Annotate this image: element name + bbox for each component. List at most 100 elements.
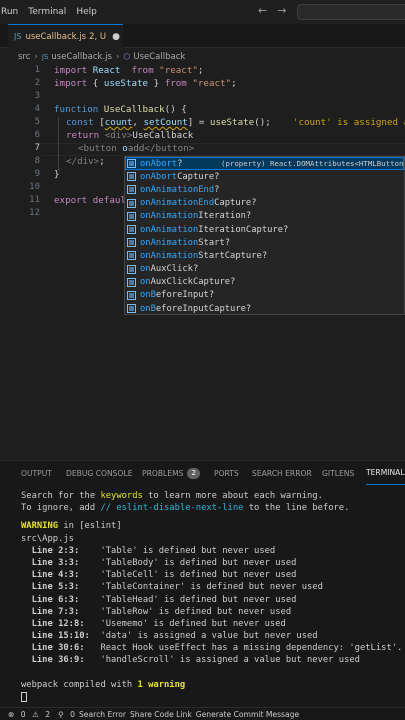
- suggestion-label: eforeInput?: [155, 290, 215, 301]
- share-code-link[interactable]: Share Code Link: [130, 710, 192, 719]
- code-token: <div>: [99, 130, 133, 141]
- warning-location: Line 6:3:: [21, 594, 80, 605]
- suggestion-item[interactable]: onAnimationEnd?: [125, 183, 404, 196]
- suggestion-match: on: [140, 264, 151, 275]
- code-token: "react": [186, 78, 232, 89]
- breadcrumb-folder[interactable]: src: [18, 52, 30, 62]
- suggestion-label: eforeInputCapture?: [155, 303, 252, 314]
- code-line-active: <button oadd</button>: [78, 143, 194, 154]
- suggestion-item[interactable]: onB eforeInput?: [125, 289, 404, 302]
- tab-problems[interactable]: PROBLEMS 2: [142, 461, 200, 485]
- warning-location: Line 3:3:: [21, 557, 80, 568]
- terminal-warning-line: Line 3:3: 'TableBody' is defined but nev…: [21, 558, 405, 570]
- menu-run[interactable]: Run: [0, 7, 23, 17]
- arrow-left-icon[interactable]: ←: [258, 4, 267, 17]
- code-token: import: [54, 65, 88, 76]
- terminal-prompt[interactable]: [21, 691, 405, 704]
- code-token: o: [116, 143, 128, 154]
- warning-location: Line 5:3:: [21, 582, 80, 593]
- breadcrumb-symbol[interactable]: UseCallback: [133, 52, 185, 62]
- generate-commit-message[interactable]: Generate Commit Message: [196, 710, 299, 719]
- code-token: import: [54, 78, 88, 89]
- tab-terminal[interactable]: TERMINAL: [366, 461, 405, 485]
- code-token: }: [148, 78, 165, 89]
- code-token: <button: [78, 143, 117, 154]
- suggestion-detail: (property) React.DOMAttributes<HTMLButto…: [221, 159, 404, 169]
- tab-usecallback[interactable]: JS useCallback.js 2, U ●: [8, 24, 123, 48]
- suggestion-item[interactable]: onAnimation IterationCapture?: [125, 223, 404, 236]
- line-number: 3: [34, 91, 40, 101]
- property-icon: [127, 159, 136, 169]
- property-icon: [127, 238, 136, 248]
- code-token: UseCallback: [132, 130, 194, 141]
- suggestion-item[interactable]: onAnimation Start?: [125, 236, 404, 249]
- line-number: 6: [34, 130, 40, 140]
- suggestion-label: StartCapture?: [198, 250, 268, 261]
- line-number: 9: [34, 169, 40, 179]
- arrow-right-icon[interactable]: →: [277, 4, 286, 17]
- code-token: </button>: [144, 143, 195, 154]
- code-line: import { useState } from "react";: [54, 78, 237, 89]
- terminal-line: WARNING in [eslint]: [21, 521, 405, 533]
- code-token: {: [87, 78, 104, 89]
- suggestion-match: onAnimationEnd: [140, 198, 215, 209]
- code-line: </div>;: [66, 156, 105, 167]
- warning-message: 'Table' is defined but never used: [79, 545, 276, 556]
- warning-message: 'data' is assigned a value but never use…: [89, 631, 318, 642]
- tab-search-error[interactable]: SEARCH ERROR: [252, 461, 312, 485]
- search-error-status[interactable]: Search Error: [79, 710, 126, 719]
- warning-count: 1 warning: [137, 679, 186, 690]
- suggestion-item[interactable]: onAnimationEnd Capture?: [125, 197, 404, 210]
- unsaved-dot-icon[interactable]: ●: [112, 32, 120, 42]
- ports-count: 0: [70, 709, 75, 719]
- command-center-search[interactable]: [297, 4, 405, 20]
- code-token: from: [164, 78, 187, 89]
- menu-terminal[interactable]: Terminal: [23, 7, 71, 17]
- terminal-output[interactable]: Search for the keywords to learn more ab…: [21, 491, 405, 704]
- suggestion-item[interactable]: onB eforeInputCapture?: [125, 302, 404, 314]
- tab-debug-console[interactable]: DEBUG CONSOLE: [66, 461, 133, 485]
- terminal-warning-line: Line 12:8: 'Usememo' is defined but neve…: [21, 619, 405, 631]
- code-token: ;: [231, 78, 237, 89]
- warning-label: WARNING: [21, 521, 59, 532]
- code-token: return: [66, 130, 100, 141]
- error-icon: ⊗: [8, 709, 15, 719]
- suggestion-item[interactable]: on AuxClick?: [125, 263, 404, 276]
- code-token: "react": [153, 65, 198, 76]
- tab-label: useCallback.js: [25, 31, 87, 42]
- property-icon: [127, 211, 136, 221]
- suggestion-label: AuxClickCapture?: [150, 277, 236, 288]
- code-token: UseCallback: [98, 104, 165, 115]
- suggestion-item[interactable]: onAbort? (property) React.DOMAttributes<H…: [125, 157, 404, 171]
- tab-output[interactable]: OUTPUT: [21, 461, 52, 485]
- tab-gitlens[interactable]: GITLENS: [322, 461, 354, 485]
- panel-tabs: OUTPUT DEBUG CONSOLE PROBLEMS 2 PORTS SEA…: [0, 461, 405, 485]
- line-number: 2: [34, 78, 40, 88]
- suggestion-item[interactable]: on AuxClickCapture?: [125, 276, 404, 289]
- warning-count: 2: [45, 709, 51, 719]
- code-token: [: [93, 117, 105, 128]
- suggestion-item[interactable]: onAbort Capture?: [125, 170, 404, 183]
- errors-status[interactable]: ⊗ 0 ⚠ 2: [4, 710, 50, 719]
- code-token: ;: [99, 156, 105, 167]
- terminal-warning-line: Line 7:3: 'TableRow' is defined but neve…: [21, 607, 405, 619]
- code-token: () {: [164, 104, 187, 115]
- suggestion-item[interactable]: onAnimation StartCapture?: [125, 249, 404, 262]
- breadcrumb-file[interactable]: useCallback.js: [51, 52, 112, 62]
- suggestion-match: on: [140, 277, 151, 288]
- suggestion-label: AuxClick?: [150, 264, 199, 275]
- ports-status[interactable]: ⚲ 0: [54, 710, 75, 719]
- tab-ports[interactable]: PORTS: [214, 461, 239, 485]
- terminal-cursor: [21, 691, 27, 702]
- terminal-line: To ignore, add // eslint-disable-next-li…: [21, 503, 405, 515]
- property-icon: [127, 304, 136, 314]
- warning-location: Line 12:8:: [21, 618, 85, 629]
- code-token: ,: [132, 117, 144, 128]
- autocomplete-suggestions: onAbort? (property) React.DOMAttributes<H…: [124, 156, 405, 315]
- code-line: import React from "react";: [54, 65, 203, 76]
- terminal-line: Search for the keywords to learn more ab…: [21, 491, 405, 503]
- suggestion-label: Iteration?: [198, 211, 252, 222]
- terminal-keyword: // eslint-disable-next-line: [100, 503, 244, 514]
- suggestion-item[interactable]: onAnimation Iteration?: [125, 210, 404, 223]
- menu-help[interactable]: Help: [71, 7, 102, 17]
